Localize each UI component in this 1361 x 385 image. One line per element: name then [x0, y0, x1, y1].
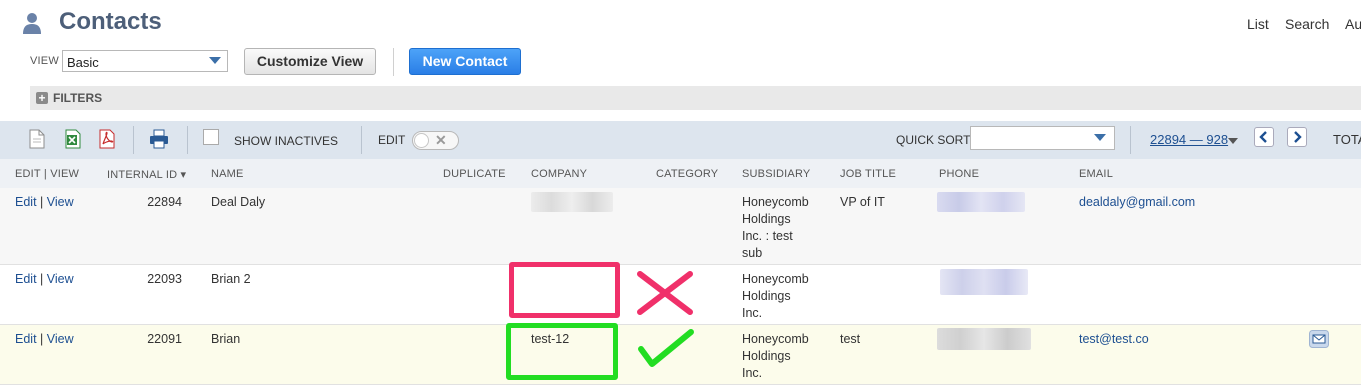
top-link-list[interactable]: List [1247, 16, 1269, 32]
name-cell: Brian 2 [211, 272, 251, 286]
next-page-button[interactable] [1287, 127, 1307, 147]
column-header-email[interactable]: EMAIL [1079, 168, 1113, 180]
total-label: TOTA [1333, 132, 1361, 147]
subsidiary-line: Honeycomb [742, 332, 809, 346]
table-header: EDIT | VIEW INTERNAL ID ▾ NAME DUPLICATE… [0, 159, 1361, 189]
subsidiary-line: Honeycomb [742, 195, 809, 209]
edit-link[interactable]: Edit [15, 195, 37, 209]
top-link-audit[interactable]: Au [1345, 16, 1361, 32]
chevron-down-icon[interactable] [1228, 138, 1238, 144]
divider [361, 126, 362, 154]
filters-bar[interactable]: + FILTERS [30, 86, 1361, 110]
view-select-value: Basic [67, 55, 99, 70]
column-header-company[interactable]: COMPANY [531, 168, 587, 180]
highlight-box-correct [506, 323, 618, 380]
close-icon: ✕ [435, 132, 447, 148]
page-title: Contacts [59, 8, 162, 35]
chevron-right-icon [1294, 131, 1302, 143]
email-link[interactable]: dealdaly@gmail.com [1079, 194, 1195, 211]
company-cell-redacted [531, 192, 613, 212]
highlight-box-wrong [509, 262, 620, 318]
email-link[interactable]: test@test.co [1079, 331, 1149, 348]
edit-link[interactable]: Edit [15, 332, 37, 346]
subsidiary-line: Inc. [742, 366, 763, 380]
column-header-job-title[interactable]: JOB TITLE [840, 168, 896, 180]
print-icon[interactable] [149, 129, 169, 149]
phone-cell-redacted [937, 328, 1031, 350]
chevron-down-icon [1094, 134, 1106, 141]
edit-link[interactable]: Edit [15, 272, 37, 286]
subsidiary-line: Holdings [742, 289, 791, 303]
divider [393, 48, 394, 76]
list-toolbar: SHOW INACTIVES EDIT ✕ QUICK SORT 22894 —… [0, 121, 1361, 159]
person-icon [23, 13, 41, 34]
subsidiary-line: Inc. : test [742, 229, 793, 243]
cross-mark-icon [637, 271, 693, 315]
subsidiary-cell: Honeycomb Holdings Inc. : test sub [742, 194, 809, 262]
subsidiary-cell: Honeycomb Holdings Inc. [742, 331, 809, 382]
column-header-phone[interactable]: PHONE [939, 168, 979, 180]
show-inactives-label: SHOW INACTIVES [234, 134, 339, 148]
subsidiary-line: Honeycomb [742, 272, 809, 286]
internal-id-cell: 22894 [147, 195, 182, 209]
edit-label: EDIT [378, 133, 406, 147]
chevron-left-icon [1259, 131, 1267, 143]
view-select[interactable]: Basic [62, 50, 228, 72]
name-cell: Brian [211, 332, 241, 346]
subsidiary-line: Holdings [742, 212, 791, 226]
column-header-edit-view: EDIT | VIEW [15, 168, 80, 180]
row-actions: Edit | View [15, 331, 74, 348]
quick-sort-label: QUICK SORT [896, 133, 971, 147]
name-cell: Deal Daly [211, 195, 266, 209]
column-header-category[interactable]: CATEGORY [656, 168, 718, 180]
view-label: VIEW [30, 55, 59, 67]
subsidiary-line: Holdings [742, 349, 791, 363]
subsidiary-cell: Honeycomb Holdings Inc. [742, 271, 809, 322]
view-link[interactable]: View [47, 272, 74, 286]
subsidiary-line: Inc. [742, 306, 763, 320]
top-link-search[interactable]: Search [1285, 16, 1329, 32]
quick-sort-select[interactable] [970, 126, 1115, 150]
column-header-name[interactable]: NAME [211, 168, 244, 180]
divider [187, 126, 188, 154]
divider [133, 126, 134, 154]
view-link[interactable]: View [47, 332, 74, 346]
chevron-down-icon [209, 57, 221, 64]
view-link[interactable]: View [47, 195, 74, 209]
phone-cell-redacted [940, 269, 1028, 295]
new-document-icon[interactable] [29, 129, 45, 149]
internal-id-cell: 22093 [147, 272, 182, 286]
check-mark-icon [638, 329, 694, 367]
column-header-internal-id[interactable]: INTERNAL ID ▾ [107, 168, 186, 181]
phone-cell-redacted [937, 192, 1025, 212]
envelope-icon[interactable] [1309, 330, 1329, 348]
export-excel-icon[interactable] [65, 129, 81, 149]
job-title-cell: VP of IT [840, 195, 885, 209]
link-separator: | [40, 272, 44, 286]
plus-icon: + [36, 92, 48, 104]
row-actions: Edit | View [15, 194, 74, 211]
toggle-knob [414, 133, 429, 148]
table-row: Edit | View 22894 Deal Daly Honeycomb Ho… [0, 188, 1361, 265]
page-range-link[interactable]: 22894 — 928 [1150, 132, 1228, 147]
row-actions: Edit | View [15, 271, 74, 288]
internal-id-cell: 22091 [147, 332, 182, 346]
customize-view-button[interactable]: Customize View [244, 48, 376, 75]
subsidiary-line: sub [742, 246, 763, 260]
link-separator: | [40, 332, 44, 346]
divider [1130, 126, 1131, 154]
job-title-cell: test [840, 332, 861, 346]
new-contact-button[interactable]: New Contact [409, 48, 521, 75]
filters-label: FILTERS [53, 91, 103, 105]
column-header-duplicate[interactable]: DUPLICATE [443, 168, 506, 180]
export-pdf-icon[interactable] [99, 129, 115, 149]
column-header-subsidiary[interactable]: SUBSIDIARY [742, 168, 810, 180]
link-separator: | [40, 195, 44, 209]
show-inactives-checkbox[interactable] [203, 129, 219, 145]
previous-page-button[interactable] [1254, 127, 1274, 147]
edit-toggle[interactable]: ✕ [412, 131, 459, 150]
